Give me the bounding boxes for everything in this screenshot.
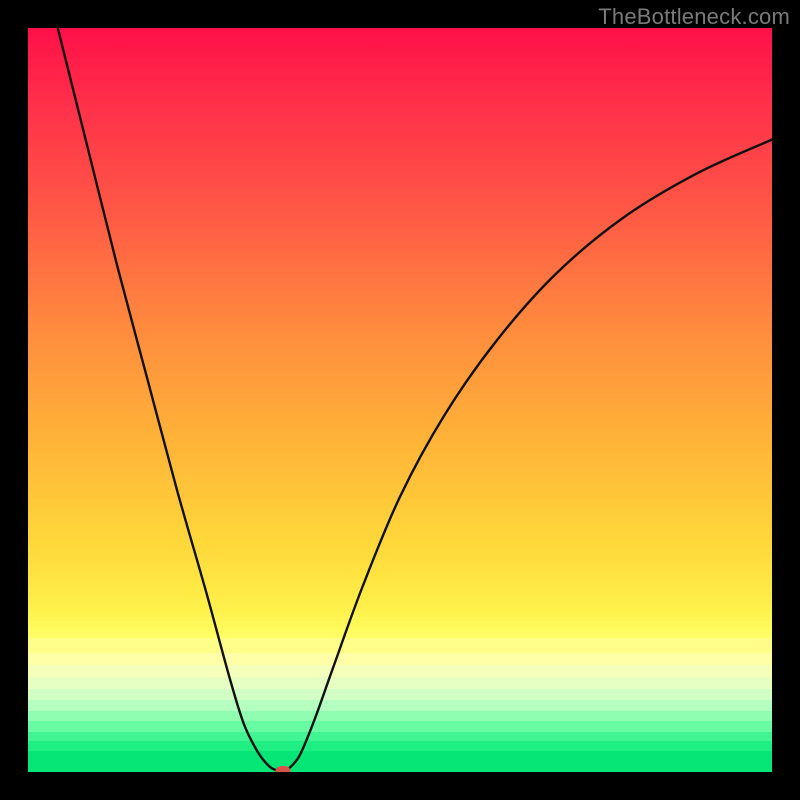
bottleneck-curve (28, 28, 772, 772)
curve-right-branch (288, 140, 772, 769)
outer-frame: TheBottleneck.com (0, 0, 800, 800)
plot-area (28, 28, 772, 772)
curve-left-branch (58, 28, 277, 771)
minimum-marker (276, 766, 291, 772)
watermark-text: TheBottleneck.com (598, 4, 790, 30)
